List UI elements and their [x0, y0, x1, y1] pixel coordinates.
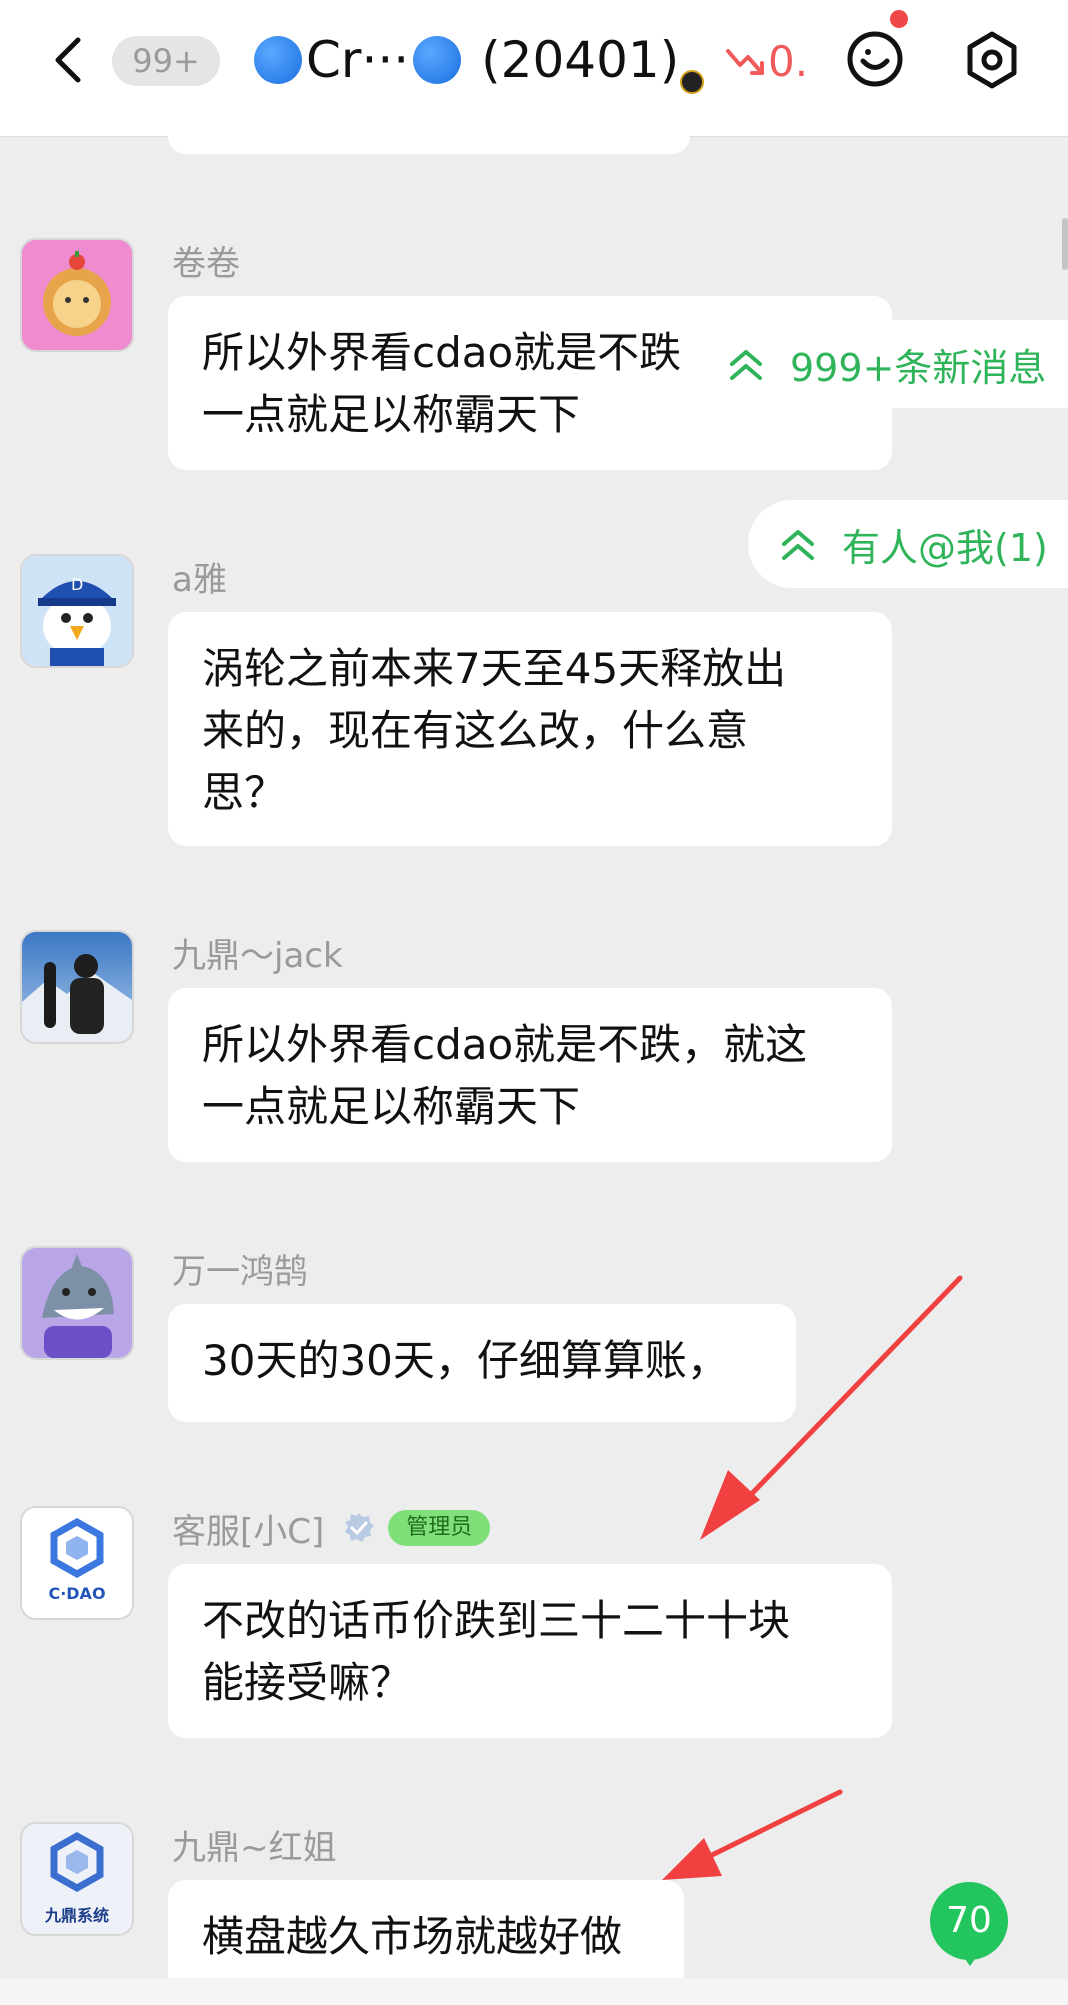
- input-bar-edge: [0, 1978, 1068, 2005]
- chat-screen: 99+ Cr··· (20401) 0. 卷卷 所以外界看cdao就是不跌 一点…: [0, 0, 1068, 2005]
- back-button[interactable]: [44, 30, 94, 90]
- coin-icon: [680, 70, 704, 94]
- sender-name: 九鼎～jack: [172, 935, 343, 976]
- lion-avatar-icon: [22, 240, 132, 350]
- message-text-line: 不改的话币价跌到三十二十十块: [202, 1596, 791, 1645]
- message-text-line: 涡轮之前本来7天至45天释放出: [202, 644, 787, 693]
- trend-down-icon: [726, 49, 764, 75]
- admin-badge: 管理员: [388, 1510, 491, 1546]
- smile-icon: [847, 31, 903, 87]
- price-change-value: 0.: [768, 36, 809, 86]
- sender-name: 万一鸿鹄: [172, 1251, 308, 1292]
- message-text-line: 30天的30天，仔细算算账，: [202, 1336, 729, 1385]
- message-text-line: 能接受嘛？: [202, 1658, 413, 1707]
- scrollbar[interactable]: [1062, 218, 1068, 270]
- chat-title[interactable]: Cr··· (20401): [250, 30, 690, 90]
- avatar[interactable]: D: [20, 554, 134, 668]
- message-text-line: 思？: [202, 768, 287, 817]
- avatar-logo-text: C·DAO: [48, 1584, 106, 1603]
- sender-name: 卷卷: [172, 243, 240, 284]
- member-count: (20401): [481, 31, 680, 89]
- double-chevron-up-icon: [782, 530, 814, 560]
- sender-name-row: 客服[小C] 管理员: [172, 1506, 491, 1552]
- verified-badge-icon: [345, 1513, 375, 1542]
- annotation-arrow: [662, 1789, 843, 1880]
- previous-message-bubble: [168, 110, 690, 154]
- unread-count-badge[interactable]: 99+: [112, 36, 220, 86]
- hexagon-settings-icon: [967, 31, 1017, 89]
- price-ticker[interactable]: 0.: [724, 34, 814, 88]
- message-text-line: 来的，现在有这么改，什么意: [202, 706, 749, 755]
- notification-dot: [890, 10, 908, 28]
- new-messages-label: 999+条新消息: [790, 345, 1047, 390]
- chevron-left-icon: [55, 37, 81, 83]
- message-bubble[interactable]: 所以外界看cdao就是不跌，就这 一点就足以称霸天下: [168, 988, 892, 1162]
- message-bubble[interactable]: 涡轮之前本来7天至45天释放出 来的，现在有这么改，什么意 思？: [168, 612, 892, 846]
- sender-name: 九鼎~红姐: [172, 1827, 337, 1868]
- message-bubble[interactable]: 不改的话币价跌到三十二十十块 能接受嘛？: [168, 1564, 892, 1738]
- sender-name: a雅: [172, 559, 227, 600]
- sender-name: 客服[小C]: [172, 1511, 325, 1552]
- message-text-line: 一点就足以称霸天下: [202, 1082, 581, 1131]
- new-messages-jump-button[interactable]: 999+条新消息: [696, 320, 1068, 408]
- chat-title-text: Cr···: [306, 31, 410, 89]
- shark-avatar-icon: [22, 1248, 132, 1358]
- message-text-line: 所以外界看cdao就是不跌，就这: [202, 1020, 808, 1069]
- blue-circle-emoji-icon: [254, 36, 302, 84]
- svg-text:D: D: [71, 575, 83, 594]
- snowboarder-photo-avatar-icon: [22, 932, 132, 1042]
- emoji-button[interactable]: [846, 30, 904, 88]
- settings-button[interactable]: [962, 30, 1022, 90]
- avatar[interactable]: [20, 930, 134, 1044]
- mention-jump-button[interactable]: 有人@我(1): [748, 500, 1068, 588]
- mention-label: 有人@我(1): [842, 525, 1048, 570]
- avatar[interactable]: [20, 238, 134, 352]
- message-text-line: 横盘越久市场就越好做: [202, 1912, 623, 1961]
- avatar-logo-text: 九鼎系统: [44, 1906, 109, 1925]
- avatar[interactable]: 九鼎系统: [20, 1822, 134, 1936]
- avatar[interactable]: C·DAO: [20, 1506, 134, 1620]
- avatar[interactable]: [20, 1246, 134, 1360]
- scroll-to-bottom-badge[interactable]: 70: [930, 1882, 1008, 1966]
- eagle-avatar-icon: D: [22, 556, 132, 666]
- message-bubble[interactable]: 30天的30天，仔细算算账，: [168, 1304, 796, 1422]
- double-chevron-up-icon: [730, 350, 762, 380]
- blue-circle-emoji-icon: [413, 36, 462, 84]
